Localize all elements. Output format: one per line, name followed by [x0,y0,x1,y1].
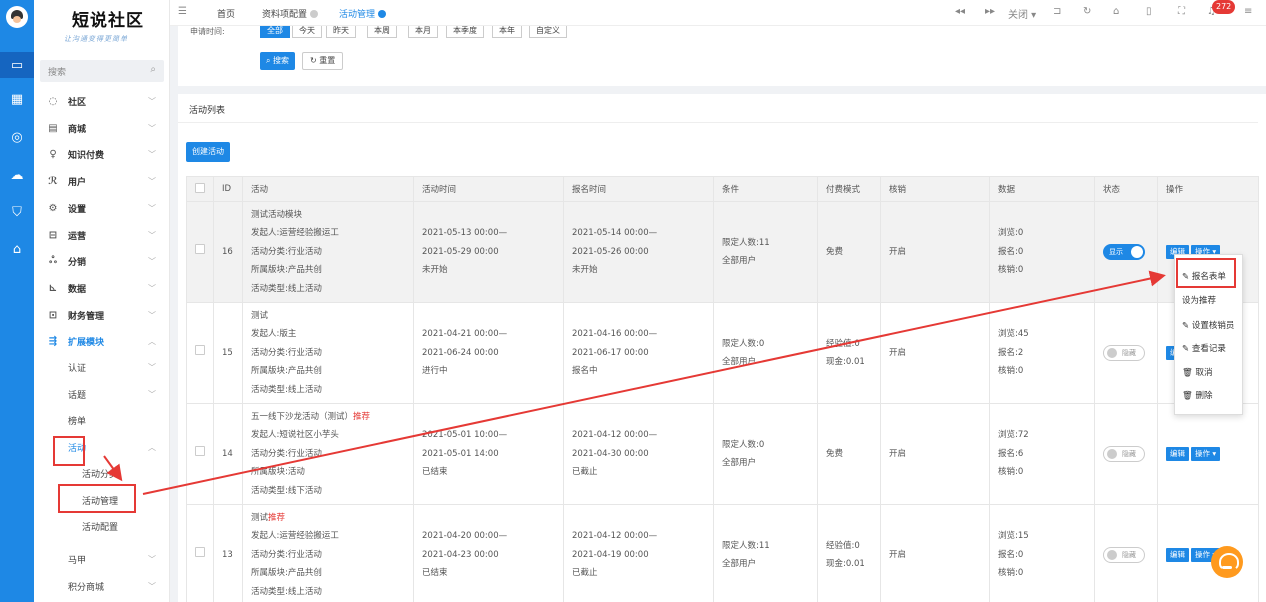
arrow-to-activity-manage [103,455,123,482]
support-chat-icon[interactable] [1211,546,1243,578]
arrow-to-signup-form [142,270,1166,495]
annotation-arrows [103,270,1166,495]
